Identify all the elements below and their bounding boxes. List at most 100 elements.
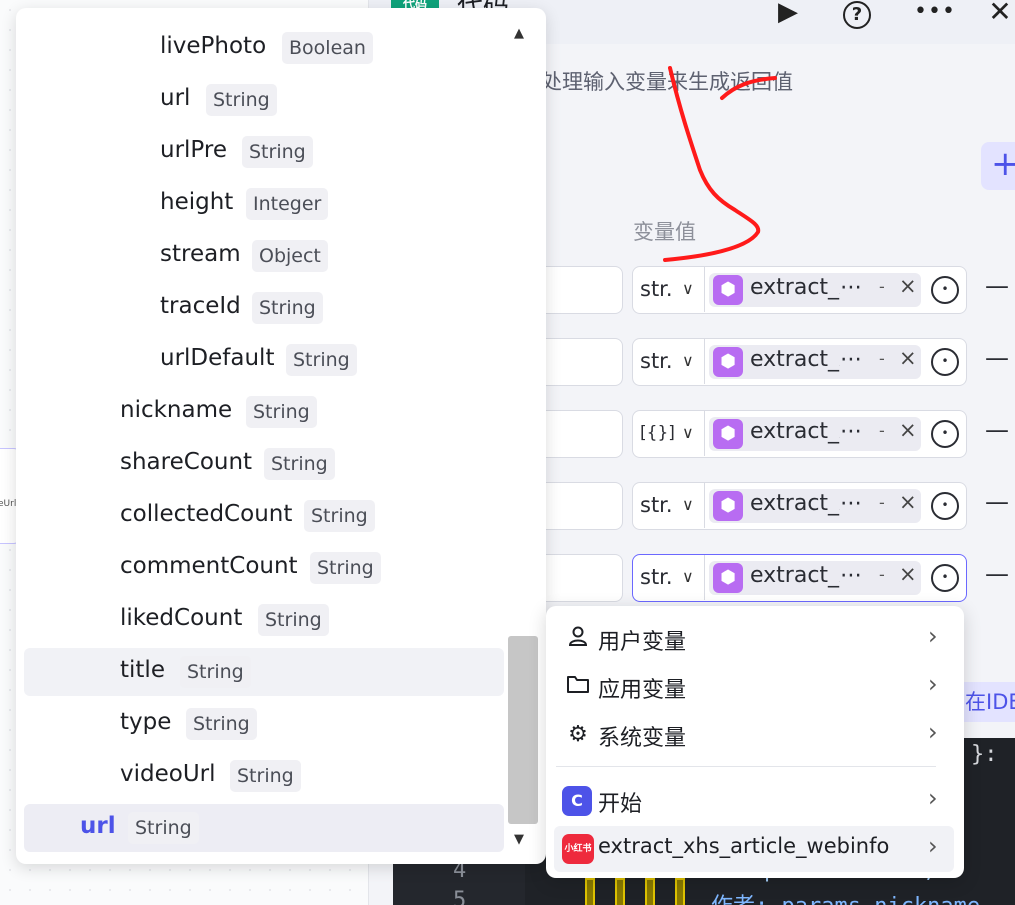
chevron-down-icon: ∨	[682, 495, 694, 514]
remove-row-button[interactable]: —	[985, 344, 1009, 372]
tree-item-likedcount[interactable]: likedCount String	[24, 596, 504, 644]
type-tag: String	[128, 812, 199, 844]
tree-item-url-selected[interactable]: url String	[24, 804, 504, 852]
variable-name-input[interactable]	[539, 482, 623, 530]
type-tag: String	[252, 292, 323, 324]
variable-source-menu: 用户变量 › 应用变量 › ⚙ 系统变量 › C 开始 › 小红书 extrac…	[546, 606, 964, 878]
chevron-down-icon: ∨	[682, 423, 694, 442]
more-icon: •••	[914, 0, 956, 24]
chevron-right-icon: ›	[928, 718, 938, 746]
remove-reference-icon[interactable]: ×	[899, 490, 917, 514]
close-icon: ✕	[988, 0, 1012, 28]
tree-item-sharecount[interactable]: shareCount String	[24, 440, 504, 488]
type-select[interactable]: str. ∨	[637, 339, 705, 384]
cube-icon: ⬢	[713, 419, 743, 449]
reference-label: extract_xhs_article_webinfo⋯	[750, 563, 862, 588]
help-button[interactable]: ?	[840, 0, 874, 29]
close-button[interactable]: ✕	[983, 0, 1015, 28]
type-select[interactable]: str. ∨	[637, 555, 705, 600]
cube-icon: ⬢	[713, 347, 743, 377]
menu-item-app-variables[interactable]: 应用变量 ›	[554, 664, 954, 710]
tree-item-stream[interactable]: stream Object	[24, 232, 504, 280]
line-number: 5	[453, 888, 467, 905]
tree-item-commentcount[interactable]: commentCount String	[24, 544, 504, 592]
variable-value-field[interactable]: [{}]∨ ⬢ extract_xhs_article_webinfo⋯ - ×…	[632, 410, 967, 458]
variable-picker-icon[interactable]: •	[931, 564, 959, 592]
tree-item-title[interactable]: title String	[24, 648, 504, 696]
folder-icon	[564, 673, 592, 701]
tree-item-height[interactable]: height Integer	[24, 180, 504, 228]
variable-value-field[interactable]: str.∨ ⬢ extract_xhs_article_webinfo⋯ - ×…	[632, 338, 967, 386]
tree-item-urldefault[interactable]: urlDefault String	[24, 336, 504, 384]
reference-chip[interactable]: ⬢ extract_xhs_article_webinfo⋯ - ×	[709, 561, 921, 595]
start-node-icon: C	[562, 786, 592, 816]
type-tag: Integer	[246, 188, 329, 220]
remove-row-button[interactable]: —	[985, 416, 1009, 444]
variable-picker-icon[interactable]: •	[931, 276, 959, 304]
variable-name-input[interactable]	[539, 554, 623, 602]
chevron-right-icon: ›	[928, 784, 938, 812]
variable-picker-icon[interactable]: •	[931, 420, 959, 448]
tree-item-livephoto[interactable]: livePhoto Boolean	[24, 24, 504, 72]
tree-item-traceid[interactable]: traceId String	[24, 284, 504, 332]
canvas-node-text: eUrl	[0, 499, 17, 509]
scrollbar-thumb[interactable]	[508, 636, 538, 824]
reference-label: extract_xhs_article_webinfo⋯	[750, 419, 862, 444]
scroll-up-icon[interactable]: ▲	[514, 26, 524, 41]
remove-row-button[interactable]: —	[985, 560, 1009, 588]
remove-reference-icon[interactable]: ×	[899, 346, 917, 370]
cube-icon: ⬢	[713, 491, 743, 521]
variable-name-input[interactable]	[539, 410, 623, 458]
chevron-right-icon: ›	[928, 622, 938, 650]
variable-picker-icon[interactable]: •	[931, 492, 959, 520]
remove-row-button[interactable]: —	[985, 272, 1009, 300]
input-variable-row: str.∨ ⬢ extract_xhs_article_webinfo⋯ - ×…	[539, 482, 1015, 530]
tree-item-collectedcount[interactable]: collectedCount String	[24, 492, 504, 540]
type-select[interactable]: [{}] ∨	[637, 411, 705, 456]
run-button[interactable]: ▶	[771, 0, 805, 28]
tree-item-nickname[interactable]: nickname String	[24, 388, 504, 436]
variable-name-input[interactable]	[539, 266, 623, 314]
type-tag: String	[186, 708, 257, 740]
reference-separator: -	[879, 565, 885, 584]
reference-separator: -	[879, 421, 885, 440]
type-select[interactable]: str. ∨	[637, 483, 705, 528]
variable-name-input[interactable]	[539, 338, 623, 386]
indent-guide	[615, 878, 625, 905]
menu-item-start-node[interactable]: C 开始 ›	[554, 778, 954, 824]
type-tag: String	[242, 136, 313, 168]
indent-guide	[645, 878, 655, 905]
menu-item-system-variables[interactable]: ⚙ 系统变量 ›	[554, 712, 954, 758]
tree-item-url[interactable]: url String	[24, 76, 504, 124]
variable-value-field[interactable]: str.∨ ⬢ extract_xhs_article_webinfo⋯ - ×…	[632, 482, 967, 530]
more-button[interactable]: •••	[914, 0, 955, 28]
menu-item-user-variables[interactable]: 用户变量 ›	[554, 616, 954, 662]
variable-value-field[interactable]: str.∨ ⬢ extract_xhs_article_webinfo⋯ - ×…	[632, 554, 967, 602]
edit-in-ide-link[interactable]: 在IDE中编辑	[959, 682, 1015, 722]
remove-row-button[interactable]: —	[985, 488, 1009, 516]
input-variable-row: str.∨ ⬢ extract_xhs_article_webinfo⋯ - ×…	[539, 338, 1015, 386]
user-icon	[564, 625, 592, 653]
menu-item-xhs-node[interactable]: 小红书 extract_xhs_article_webinfo ›	[554, 826, 954, 872]
reference-chip[interactable]: ⬢ extract_xhs_article_webinfo⋯ - ×	[709, 345, 921, 379]
variable-picker-icon[interactable]: •	[931, 348, 959, 376]
menu-divider	[556, 766, 936, 767]
tree-item-type[interactable]: type String	[24, 700, 504, 748]
code-text: 作者: params.nickname	[711, 888, 980, 905]
indent-guide	[585, 878, 595, 905]
tree-item-urlpre[interactable]: urlPre String	[24, 128, 504, 176]
reference-chip[interactable]: ⬢ extract_xhs_article_webinfo⋯ - ×	[709, 489, 921, 523]
scroll-down-icon[interactable]: ▼	[514, 832, 524, 847]
add-variable-button[interactable]: +	[981, 142, 1015, 190]
remove-reference-icon[interactable]: ×	[899, 274, 917, 298]
reference-separator: -	[879, 349, 885, 368]
tree-item-videourl[interactable]: videoUrl String	[24, 752, 504, 800]
indent-guide	[675, 878, 685, 905]
output-field-tree[interactable]: livePhoto Boolean url String urlPre Stri…	[16, 8, 546, 864]
question-icon: ?	[843, 1, 871, 29]
remove-reference-icon[interactable]: ×	[899, 562, 917, 586]
remove-reference-icon[interactable]: ×	[899, 418, 917, 442]
type-tag: String	[230, 760, 301, 792]
reference-chip[interactable]: ⬢ extract_xhs_article_webinfo⋯ - ×	[709, 417, 921, 451]
tree-scrollbar[interactable]: ▲ ▼	[508, 22, 538, 856]
